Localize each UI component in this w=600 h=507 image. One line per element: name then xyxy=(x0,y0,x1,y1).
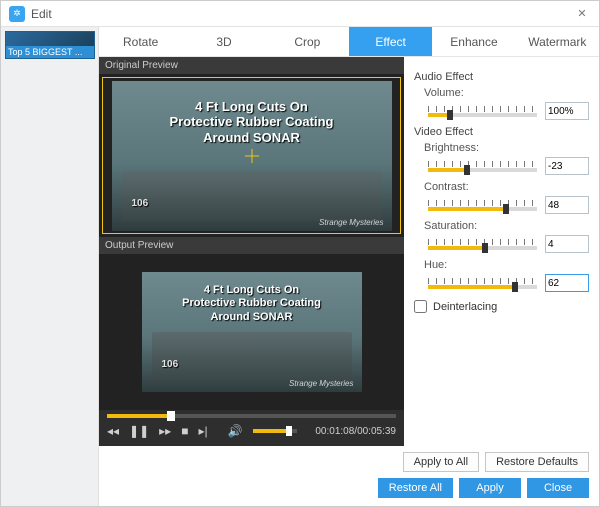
clip-thumbnail[interactable]: Top 5 BIGGEST ... xyxy=(5,31,95,59)
hue-input[interactable] xyxy=(545,274,589,292)
playhead-slider[interactable] xyxy=(107,414,396,418)
preview-column: Original Preview 4 Ft Long Cuts On Prote… xyxy=(99,57,404,446)
tab-enhance[interactable]: Enhance xyxy=(432,27,515,56)
titlebar: ✲ Edit ✕ xyxy=(1,1,599,27)
timecode: 00:01:08/00:05:39 xyxy=(315,426,396,437)
tab-rotate[interactable]: Rotate xyxy=(99,27,182,56)
output-preview-label: Output Preview xyxy=(99,237,404,254)
step-button[interactable]: ▸| xyxy=(198,424,207,438)
app-icon: ✲ xyxy=(9,6,25,22)
original-preview-label: Original Preview xyxy=(99,57,404,74)
close-button[interactable]: Close xyxy=(527,478,589,498)
brightness-label: Brightness: xyxy=(424,142,589,154)
window-close-button[interactable]: ✕ xyxy=(573,5,591,23)
tab-crop[interactable]: Crop xyxy=(266,27,349,56)
transport-bar: ◂◂ ❚❚ ▸▸ ■ ▸| 🔊 00:01:08/00:05:39 xyxy=(99,410,404,446)
contrast-slider[interactable] xyxy=(426,200,539,211)
apply-to-all-button[interactable]: Apply to All xyxy=(403,452,479,472)
saturation-input[interactable] xyxy=(545,235,589,253)
tab-watermark[interactable]: Watermark xyxy=(516,27,599,56)
hue-label: Hue: xyxy=(424,259,589,271)
deinterlacing-label: Deinterlacing xyxy=(433,301,497,313)
output-preview: 4 Ft Long Cuts On Protective Rubber Coat… xyxy=(99,254,404,410)
tab-effect[interactable]: Effect xyxy=(349,27,432,56)
saturation-slider[interactable] xyxy=(426,239,539,250)
volume-slider-control[interactable] xyxy=(426,106,539,117)
stop-button[interactable]: ■ xyxy=(181,424,188,438)
restore-all-button[interactable]: Restore All xyxy=(378,478,453,498)
sidebar: Top 5 BIGGEST ... xyxy=(1,27,99,506)
footer-primary: Restore All Apply Close xyxy=(99,472,599,506)
brightness-slider[interactable] xyxy=(426,161,539,172)
contrast-label: Contrast: xyxy=(424,181,589,193)
window-title: Edit xyxy=(31,7,573,21)
restore-defaults-button[interactable]: Restore Defaults xyxy=(485,452,589,472)
saturation-label: Saturation: xyxy=(424,220,589,232)
audio-effect-heading: Audio Effect xyxy=(414,71,589,83)
prev-button[interactable]: ◂◂ xyxy=(107,424,119,438)
video-effect-heading: Video Effect xyxy=(414,126,589,138)
effects-panel: Audio Effect Volume: Video Effect Bright… xyxy=(404,57,599,446)
next-button[interactable]: ▸▸ xyxy=(159,424,171,438)
contrast-input[interactable] xyxy=(545,196,589,214)
volume-label: Volume: xyxy=(424,87,589,99)
volume-icon[interactable]: 🔊 xyxy=(228,424,243,438)
volume-input[interactable] xyxy=(545,102,589,120)
original-preview[interactable]: 4 Ft Long Cuts On Protective Rubber Coat… xyxy=(99,74,404,237)
deinterlacing-checkbox[interactable] xyxy=(414,300,427,313)
tab-3d[interactable]: 3D xyxy=(182,27,265,56)
hue-slider[interactable] xyxy=(426,278,539,289)
brightness-input[interactable] xyxy=(545,157,589,175)
tab-bar: Rotate 3D Crop Effect Enhance Watermark xyxy=(99,27,599,57)
footer-secondary: Apply to All Restore Defaults xyxy=(99,446,599,472)
crop-crosshair-icon xyxy=(245,149,259,163)
apply-button[interactable]: Apply xyxy=(459,478,521,498)
clip-thumbnail-label: Top 5 BIGGEST ... xyxy=(6,46,94,58)
pause-button[interactable]: ❚❚ xyxy=(129,424,149,438)
volume-slider[interactable] xyxy=(253,429,298,433)
